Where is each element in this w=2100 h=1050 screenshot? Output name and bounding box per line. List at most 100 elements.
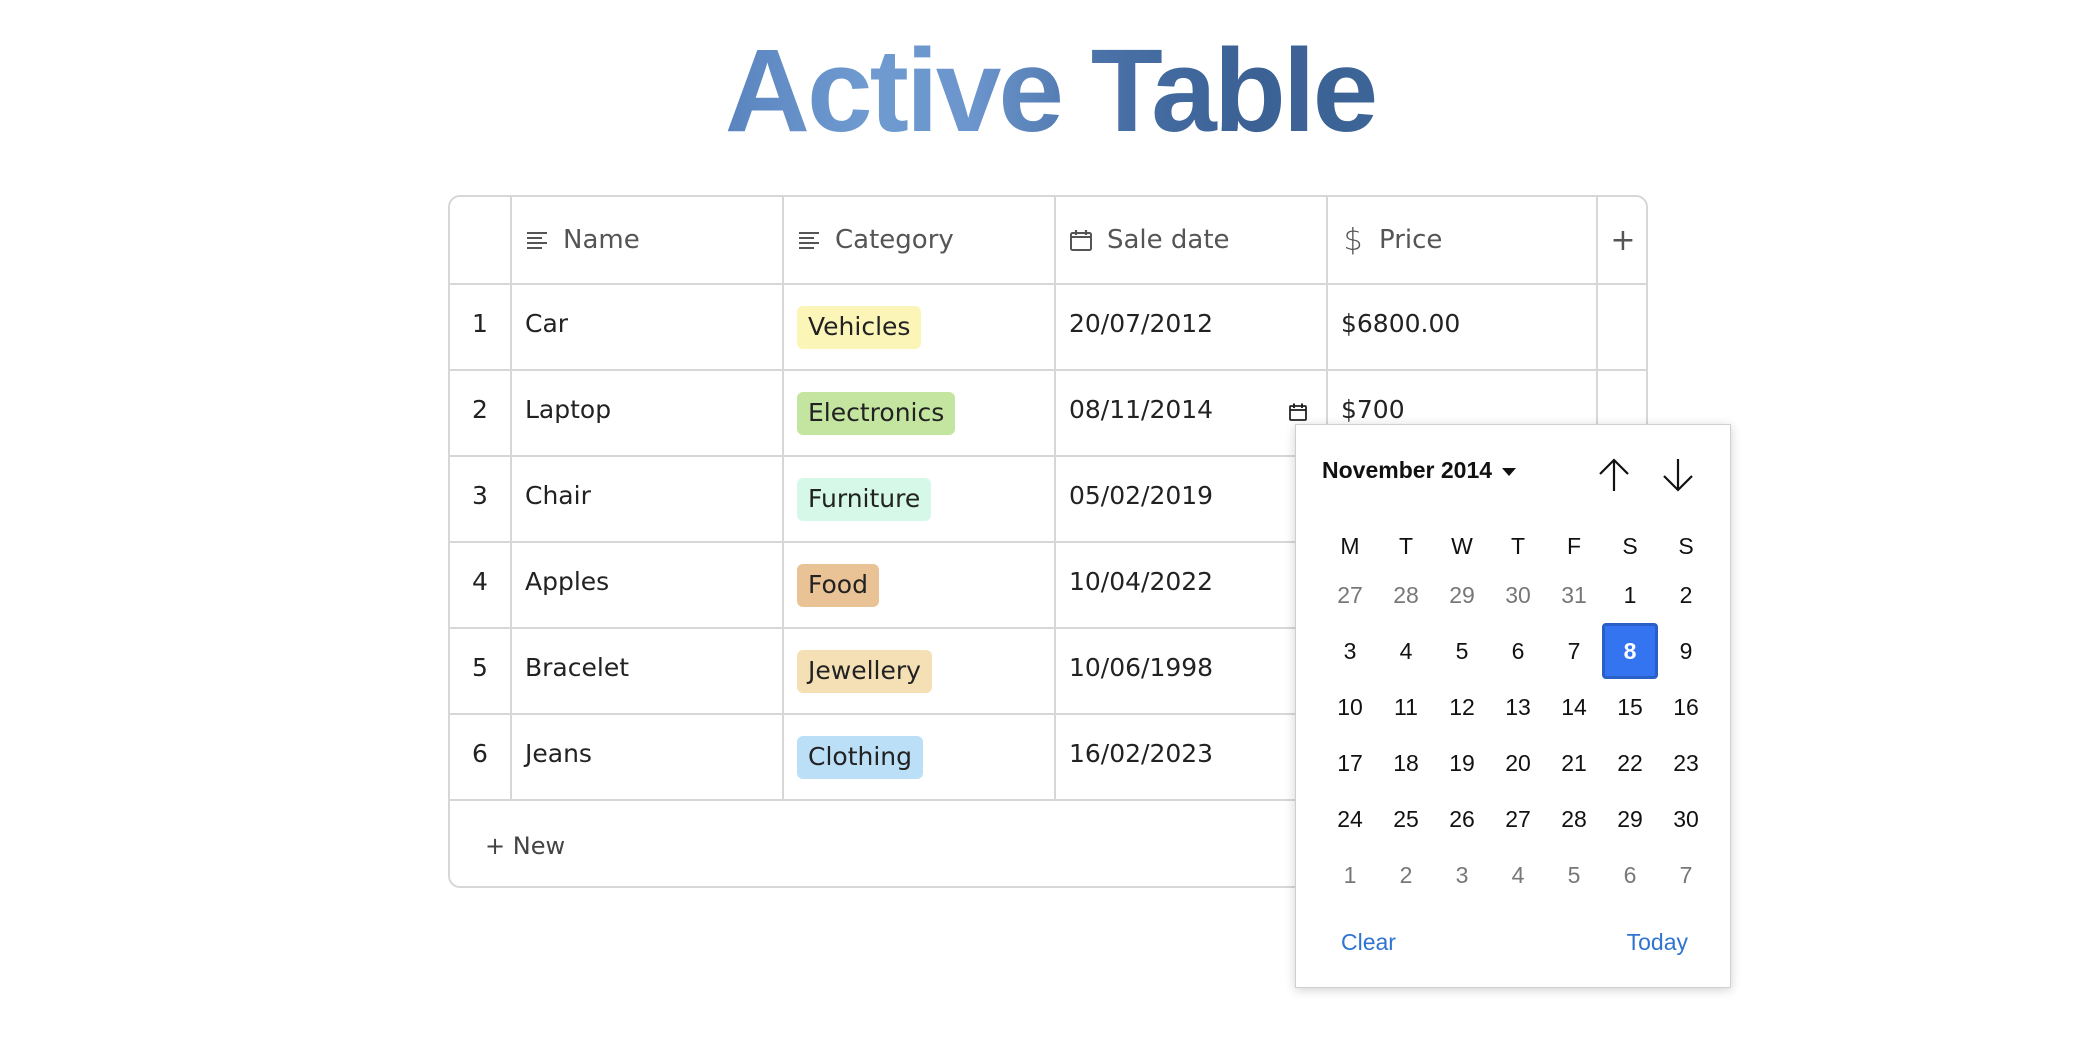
header-row: Name Category Sale date $ Price + [450, 197, 1646, 285]
calendar-day-selected[interactable]: 8 [1602, 623, 1658, 679]
add-column-button[interactable]: + [1597, 197, 1646, 285]
calendar-day[interactable]: 18 [1378, 735, 1434, 791]
cell-category[interactable]: Food [783, 542, 1056, 629]
category-badge: Vehicles [797, 305, 922, 349]
calendar-day-number: 4 [1511, 861, 1525, 888]
calendar-day[interactable]: 31 [1546, 567, 1602, 623]
row-index: 3 [450, 456, 512, 543]
calendar-day-number: 26 [1449, 805, 1475, 832]
calendar-day-number: 16 [1673, 693, 1699, 720]
calendar-day[interactable]: 29 [1602, 791, 1658, 847]
cell-price[interactable]: $6800.00 [1327, 284, 1598, 371]
calendar-day[interactable]: 6 [1490, 623, 1546, 679]
calendar-day-number: 7 [1567, 637, 1581, 664]
calendar-day[interactable]: 24 [1322, 791, 1378, 847]
calendar-day[interactable]: 10 [1322, 679, 1378, 735]
calendar-day[interactable]: 2 [1658, 567, 1714, 623]
calendar-day[interactable]: 7 [1658, 847, 1714, 903]
cell-sale-date[interactable]: 20/07/2012 [1055, 284, 1328, 371]
column-header-sale-date[interactable]: Sale date [1055, 197, 1328, 285]
calendar-day-number: 6 [1511, 637, 1525, 664]
calendar-day-number: 7 [1679, 861, 1693, 888]
calendar-day[interactable]: 5 [1434, 623, 1490, 679]
calendar-icon[interactable] [1288, 399, 1308, 421]
cell-sale-date[interactable]: 10/06/1998 [1055, 628, 1328, 715]
cell-category[interactable]: Clothing [783, 714, 1056, 801]
calendar-day-number: 10 [1337, 693, 1363, 720]
cell-sale-date[interactable]: 16/02/2023 [1055, 714, 1328, 801]
arrow-down-icon [1663, 459, 1693, 492]
row-index: 5 [450, 628, 512, 715]
column-header-label: Category [835, 225, 954, 255]
calendar-icon [1069, 228, 1093, 252]
calendar-day[interactable]: 28 [1378, 567, 1434, 623]
calendar-day[interactable]: 30 [1658, 791, 1714, 847]
date-picker-popup: November 2014 M T W T F S S 27 28 29 30 31 1 2 3 4 5 6 7 8 9… [1295, 424, 1731, 988]
cell-category[interactable]: Electronics [783, 370, 1056, 457]
calendar-day[interactable]: 17 [1322, 735, 1378, 791]
calendar-day[interactable]: 26 [1434, 791, 1490, 847]
calendar-day-number: 9 [1679, 637, 1693, 664]
calendar-day[interactable]: 13 [1490, 679, 1546, 735]
cell-category[interactable]: Jewellery [783, 628, 1056, 715]
column-header-name[interactable]: Name [511, 197, 784, 285]
calendar-day[interactable]: 2 [1378, 847, 1434, 903]
new-row-button[interactable]: + New [450, 804, 566, 886]
calendar-day[interactable]: 3 [1434, 847, 1490, 903]
calendar-day[interactable]: 29 [1434, 567, 1490, 623]
calendar-day[interactable]: 30 [1490, 567, 1546, 623]
calendar-day[interactable]: 16 [1658, 679, 1714, 735]
calendar-day-number: 19 [1449, 749, 1475, 776]
text-lines-icon [797, 228, 821, 252]
calendar-day[interactable]: 27 [1490, 791, 1546, 847]
calendar-day-number: 8 [1602, 623, 1658, 679]
calendar-day[interactable]: 6 [1602, 847, 1658, 903]
calendar-day[interactable]: 1 [1322, 847, 1378, 903]
column-header-price[interactable]: $ Price [1327, 197, 1598, 285]
calendar-day[interactable]: 19 [1434, 735, 1490, 791]
cell-sale-date[interactable]: 05/02/2019 [1055, 456, 1328, 543]
column-header-category[interactable]: Category [783, 197, 1056, 285]
calendar-day[interactable]: 9 [1658, 623, 1714, 679]
calendar-day[interactable]: 27 [1322, 567, 1378, 623]
calendar-day[interactable]: 7 [1546, 623, 1602, 679]
calendar-day[interactable]: 23 [1658, 735, 1714, 791]
cell-name[interactable]: Car [511, 284, 784, 371]
cell-name[interactable]: Laptop [511, 370, 784, 457]
previous-month-button[interactable] [1594, 453, 1634, 497]
cell-name[interactable]: Chair [511, 456, 784, 543]
cell-sale-date[interactable]: 08/11/2014 [1055, 370, 1328, 457]
calendar-day[interactable]: 1 [1602, 567, 1658, 623]
text-lines-icon [525, 228, 549, 252]
sale-date-value: 10/06/1998 [1069, 652, 1214, 682]
calendar-day[interactable]: 15 [1602, 679, 1658, 735]
calendar-day[interactable]: 12 [1434, 679, 1490, 735]
calendar-day[interactable]: 11 [1378, 679, 1434, 735]
calendar-day[interactable]: 25 [1378, 791, 1434, 847]
calendar-day[interactable]: 21 [1546, 735, 1602, 791]
calendar-day[interactable]: 14 [1546, 679, 1602, 735]
cell-category[interactable]: Furniture [783, 456, 1056, 543]
month-year-selector[interactable]: November 2014 [1322, 457, 1517, 484]
cell-category[interactable]: Vehicles [783, 284, 1056, 371]
today-button[interactable]: Today [1627, 929, 1688, 956]
caret-down-icon [1502, 467, 1517, 476]
cell-sale-date[interactable]: 10/04/2022 [1055, 542, 1328, 629]
calendar-day-number: 22 [1617, 749, 1643, 776]
calendar-day[interactable]: 20 [1490, 735, 1546, 791]
calendar-day[interactable]: 4 [1378, 623, 1434, 679]
new-row-label: + New [485, 832, 566, 860]
category-badge: Food [797, 563, 879, 607]
cell-name[interactable]: Bracelet [511, 628, 784, 715]
calendar-day[interactable]: 4 [1490, 847, 1546, 903]
calendar-day[interactable]: 22 [1602, 735, 1658, 791]
category-badge: Furniture [797, 477, 932, 521]
cell-name[interactable]: Jeans [511, 714, 784, 801]
cell-name[interactable]: Apples [511, 542, 784, 629]
clear-button[interactable]: Clear [1341, 929, 1396, 956]
calendar-day[interactable]: 5 [1546, 847, 1602, 903]
calendar-day[interactable]: 3 [1322, 623, 1378, 679]
next-month-button[interactable] [1658, 453, 1698, 497]
calendar-day[interactable]: 28 [1546, 791, 1602, 847]
calendar-day-number: 18 [1393, 749, 1419, 776]
